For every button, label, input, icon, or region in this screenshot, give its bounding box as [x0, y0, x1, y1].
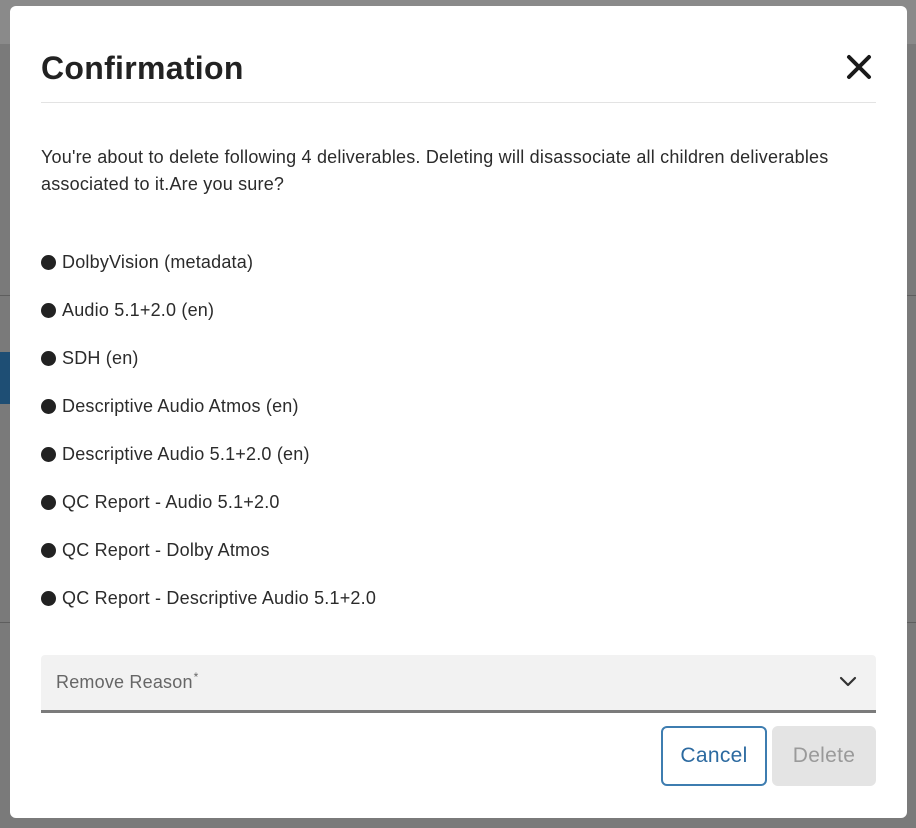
bullet-icon	[41, 591, 56, 606]
list-item-label: QC Report - Audio 5.1+2.0	[62, 492, 280, 512]
bullet-icon	[41, 399, 56, 414]
dialog-header: Confirmation	[41, 46, 876, 103]
list-item: QC Report - Dolby Atmos	[41, 538, 376, 586]
close-button[interactable]	[844, 52, 874, 82]
list-item-label: Descriptive Audio 5.1+2.0 (en)	[62, 444, 310, 464]
chevron-down-icon[interactable]	[838, 675, 858, 689]
bullet-icon	[41, 255, 56, 270]
list-item: DolbyVision (metadata)	[41, 250, 376, 298]
remove-reason-select[interactable]: Remove Reason*	[41, 655, 876, 713]
remove-reason-label: Remove Reason*	[56, 670, 199, 693]
deliverables-list: DolbyVision (metadata) Audio 5.1+2.0 (en…	[41, 250, 376, 634]
list-item: Descriptive Audio 5.1+2.0 (en)	[41, 442, 376, 490]
list-item-label: Descriptive Audio Atmos (en)	[62, 396, 299, 416]
list-item: QC Report - Descriptive Audio 5.1+2.0	[41, 586, 376, 634]
dialog-message: You're about to delete following 4 deliv…	[41, 147, 829, 194]
bullet-icon	[41, 447, 56, 462]
list-item-label: Audio 5.1+2.0 (en)	[62, 300, 215, 320]
list-item: Descriptive Audio Atmos (en)	[41, 394, 376, 442]
list-item: Audio 5.1+2.0 (en)	[41, 298, 376, 346]
list-item-label: DolbyVision (metadata)	[62, 252, 254, 272]
close-icon	[847, 55, 871, 79]
confirmation-dialog: Confirmation You're about to delete foll…	[10, 6, 907, 818]
bullet-icon	[41, 495, 56, 510]
remove-reason-text: Remove Reason	[56, 672, 193, 692]
cancel-button[interactable]: Cancel	[661, 726, 767, 786]
list-item: SDH (en)	[41, 346, 376, 394]
bullet-icon	[41, 543, 56, 558]
list-item-label: QC Report - Descriptive Audio 5.1+2.0	[62, 588, 377, 608]
dialog-title: Confirmation	[41, 50, 244, 86]
list-item: QC Report - Audio 5.1+2.0	[41, 490, 376, 538]
delete-button[interactable]: Delete	[772, 726, 876, 786]
list-item-label: QC Report - Dolby Atmos	[62, 540, 270, 560]
required-mark: *	[193, 670, 199, 684]
list-item-label: SDH (en)	[62, 348, 139, 368]
bullet-icon	[41, 351, 56, 366]
bullet-icon	[41, 303, 56, 318]
background-blue-tab	[0, 352, 10, 404]
